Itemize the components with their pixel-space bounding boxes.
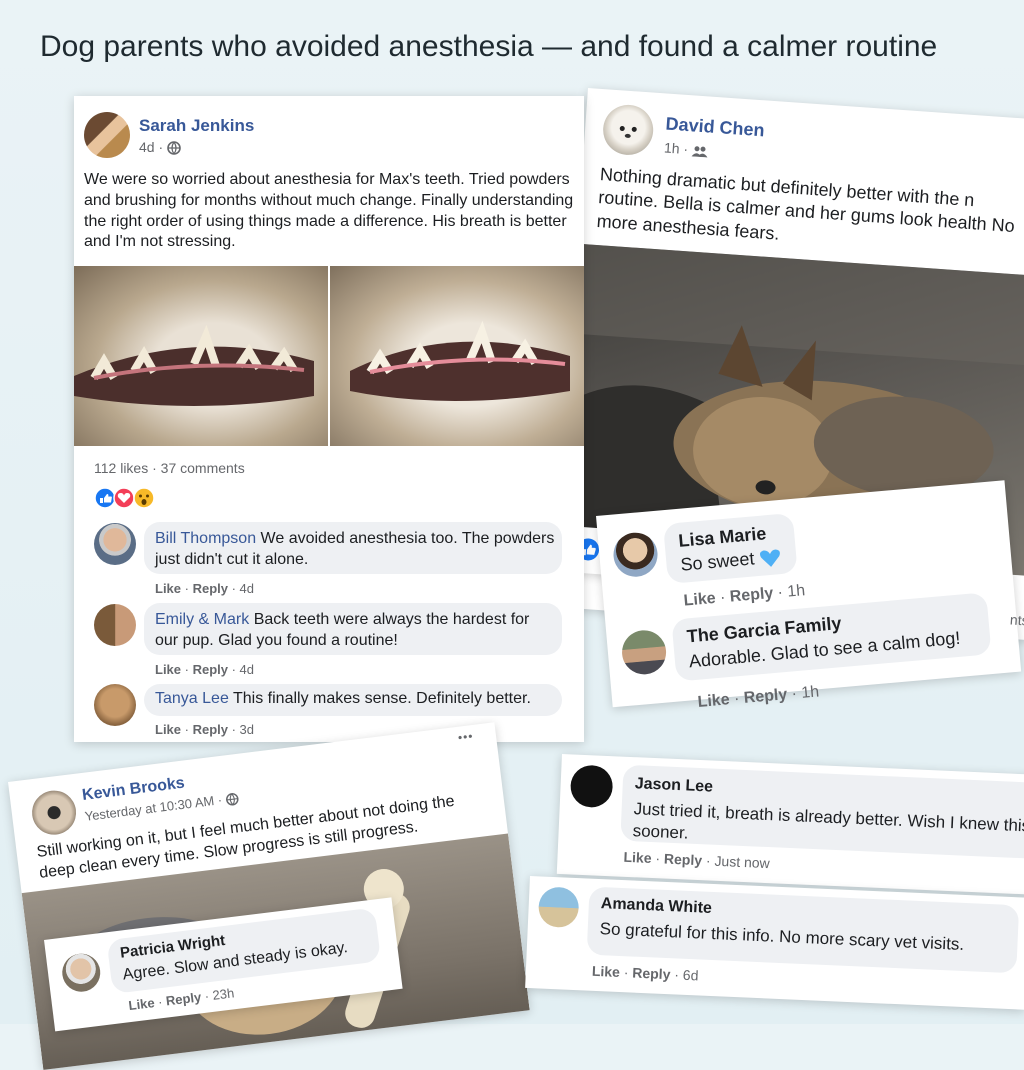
commenter-name[interactable]: Tanya Lee: [155, 690, 229, 707]
avatar[interactable]: [94, 684, 136, 726]
reply-button[interactable]: Reply: [743, 686, 788, 707]
comment-time: 6d: [682, 966, 699, 984]
post-photo-after[interactable]: [330, 266, 584, 446]
avatar[interactable]: [84, 112, 130, 158]
avatar[interactable]: [94, 604, 136, 646]
post-meta: 4d ·: [139, 139, 181, 156]
avatar[interactable]: [60, 951, 103, 994]
author-name[interactable]: David Chen: [665, 114, 765, 142]
like-button[interactable]: Like: [155, 662, 181, 677]
commenter-name[interactable]: Emily & Mark: [155, 611, 249, 628]
reaction-icons[interactable]: [94, 487, 160, 509]
reply-button[interactable]: Reply: [664, 851, 703, 869]
commenter-name[interactable]: Jason Lee: [634, 775, 713, 796]
comment-bubble: Jason Lee Just tried it, breath is alrea…: [620, 764, 1024, 859]
dog-teeth-photo: [350, 320, 570, 401]
post-body: We were so worried about anesthesia for …: [84, 171, 574, 251]
reply-button[interactable]: Reply: [729, 585, 774, 606]
comment-time: 1h: [800, 683, 820, 702]
like-button[interactable]: Like: [683, 590, 716, 610]
comment-bubble: Bill Thompson We avoided anesthesia too.…: [144, 522, 562, 574]
dog-face-icon: [619, 125, 637, 138]
globe-icon: [167, 141, 181, 156]
reply-button[interactable]: Reply: [632, 965, 671, 983]
comment-text: So grateful for this info. No more scary…: [599, 919, 965, 954]
comment-actions: Like · Reply · 3d: [155, 722, 255, 737]
truncated-text: nts: [1009, 611, 1024, 629]
amanda-comment-card: Amanda White So grateful for this info. …: [525, 876, 1024, 1010]
commenter-name[interactable]: Bill Thompson: [155, 530, 256, 547]
avatar[interactable]: [620, 628, 668, 677]
commenter-name[interactable]: Amanda White: [600, 895, 712, 918]
comment-content: Emily & Mark Back teeth were always the …: [155, 610, 555, 652]
more-options-button[interactable]: •••: [457, 729, 474, 745]
post-card-sarah: Sarah Jenkins 4d · We were so worried ab…: [74, 96, 584, 742]
like-button[interactable]: Like: [623, 849, 652, 866]
like-button[interactable]: Like: [697, 691, 730, 711]
comment-time: 3d: [239, 722, 255, 737]
globe-icon: [225, 793, 239, 806]
comment-content: Bill Thompson We avoided anesthesia too.…: [155, 529, 555, 571]
like-button[interactable]: Like: [592, 963, 621, 980]
comment-time: 4d: [239, 581, 255, 596]
comment-bubble: Amanda White So grateful for this info. …: [586, 886, 1020, 974]
comment-time: 23h: [211, 985, 236, 1003]
comment-actions: Like · Reply · 6d: [591, 962, 699, 984]
like-button[interactable]: Like: [155, 722, 181, 737]
blue-heart-icon: [760, 549, 780, 568]
comment-actions: Like · Reply · 4d: [155, 662, 255, 677]
comment-text: This finally makes sense. Definitely bet…: [233, 690, 531, 707]
comment-text: So sweet: [680, 546, 783, 576]
jason-comment-card: Jason Lee Just tried it, breath is alrea…: [556, 754, 1024, 895]
comment-time: 4d: [239, 662, 255, 677]
comment-text-value: So sweet: [679, 548, 756, 575]
reaction-stack-icon: [94, 487, 155, 509]
post-time: 1h: [663, 139, 681, 157]
dog-teeth-photo: [74, 324, 314, 406]
comment-actions: Like · Reply · 1h: [683, 582, 806, 610]
friends-icon: [691, 146, 708, 158]
comment-bubble: Lisa Marie So sweet: [662, 512, 798, 584]
post-meta: 1h ·: [663, 139, 708, 158]
comment-bubble: Emily & Mark Back teeth were always the …: [144, 603, 562, 655]
comment-time: Just now: [714, 852, 771, 872]
like-button[interactable]: Like: [155, 581, 181, 596]
avatar[interactable]: [94, 523, 136, 565]
headline: Dog parents who avoided anesthesia — and…: [40, 30, 938, 63]
author-name[interactable]: Sarah Jenkins: [139, 116, 254, 136]
reply-button[interactable]: Reply: [193, 662, 228, 677]
reply-button[interactable]: Reply: [193, 722, 228, 737]
avatar[interactable]: [537, 886, 580, 929]
comment-content: Tanya Lee This finally makes sense. Defi…: [155, 690, 555, 708]
reply-button[interactable]: Reply: [193, 581, 228, 596]
like-button[interactable]: Like: [128, 995, 156, 1013]
comment-actions: Like · Reply · 4d: [155, 581, 255, 596]
david-comments-card: Lisa Marie So sweet Like · Reply · 1h Th…: [596, 480, 1022, 708]
avatar[interactable]: [569, 764, 614, 809]
post-time: 4d: [139, 139, 155, 155]
comment-bubble: Tanya Lee This finally makes sense. Defi…: [144, 684, 562, 716]
avatar[interactable]: [29, 788, 79, 838]
comment-actions: Like · Reply · Just now: [623, 848, 771, 872]
avatar[interactable]: [611, 530, 660, 579]
reply-button[interactable]: Reply: [165, 989, 202, 1008]
avatar[interactable]: [601, 103, 655, 157]
post-stats[interactable]: 112 likes · 37 comments: [94, 460, 245, 476]
comment-text: Just tried it, breath is already better.…: [632, 799, 1024, 843]
post-photo-before[interactable]: [74, 266, 328, 446]
comment-time: 1h: [786, 582, 806, 601]
